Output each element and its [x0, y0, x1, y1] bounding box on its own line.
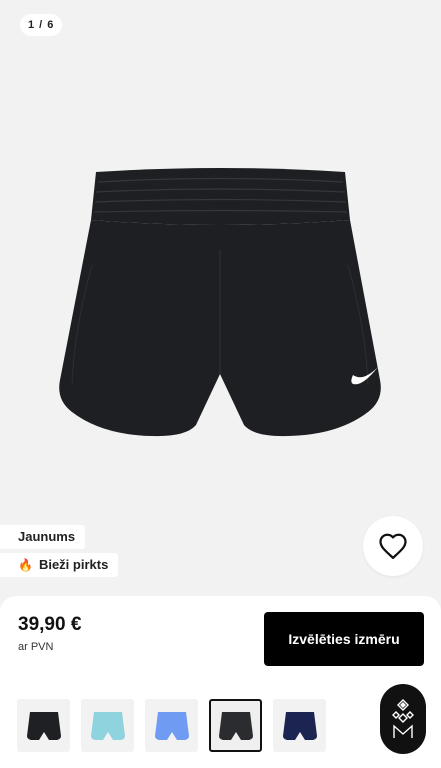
wishlist-button[interactable] — [363, 516, 423, 576]
heart-outline-icon — [379, 533, 407, 559]
variant-shorts-thumbnail — [26, 711, 61, 740]
color-variant-1[interactable] — [17, 699, 70, 752]
color-variant-5[interactable] — [273, 699, 326, 752]
select-size-button[interactable]: Izvēlēties izmēru — [264, 612, 424, 666]
badge-new-label: Jaunums — [18, 529, 76, 544]
color-variant-4[interactable] — [209, 699, 262, 752]
price: 39,90 € — [18, 614, 82, 635]
color-variants — [17, 699, 326, 752]
purchase-panel: 39,90 € ar PVN Izvēlēties izmēru — [0, 596, 441, 768]
diamond-monogram-icon — [392, 699, 414, 738]
badge-bestseller: 🔥 Bieži pirkts — [0, 553, 119, 577]
vat-note: ar PVN — [18, 641, 54, 653]
fire-icon: 🔥 — [18, 558, 33, 572]
badge-new: Jaunums — [0, 525, 86, 549]
variant-shorts-thumbnail — [218, 711, 253, 740]
color-variant-2[interactable] — [81, 699, 134, 752]
badge-bestseller-label: Bieži pirkts — [38, 557, 109, 572]
variant-shorts-thumbnail — [154, 711, 189, 740]
image-counter: 1 / 6 — [20, 14, 63, 36]
color-variant-3[interactable] — [145, 699, 198, 752]
brand-logo[interactable] — [380, 684, 426, 754]
variant-shorts-thumbnail — [90, 711, 125, 740]
product-gallery[interactable]: 1 / 6 — [0, 0, 441, 610]
variant-shorts-thumbnail — [282, 711, 317, 740]
product-image[interactable] — [48, 160, 393, 445]
